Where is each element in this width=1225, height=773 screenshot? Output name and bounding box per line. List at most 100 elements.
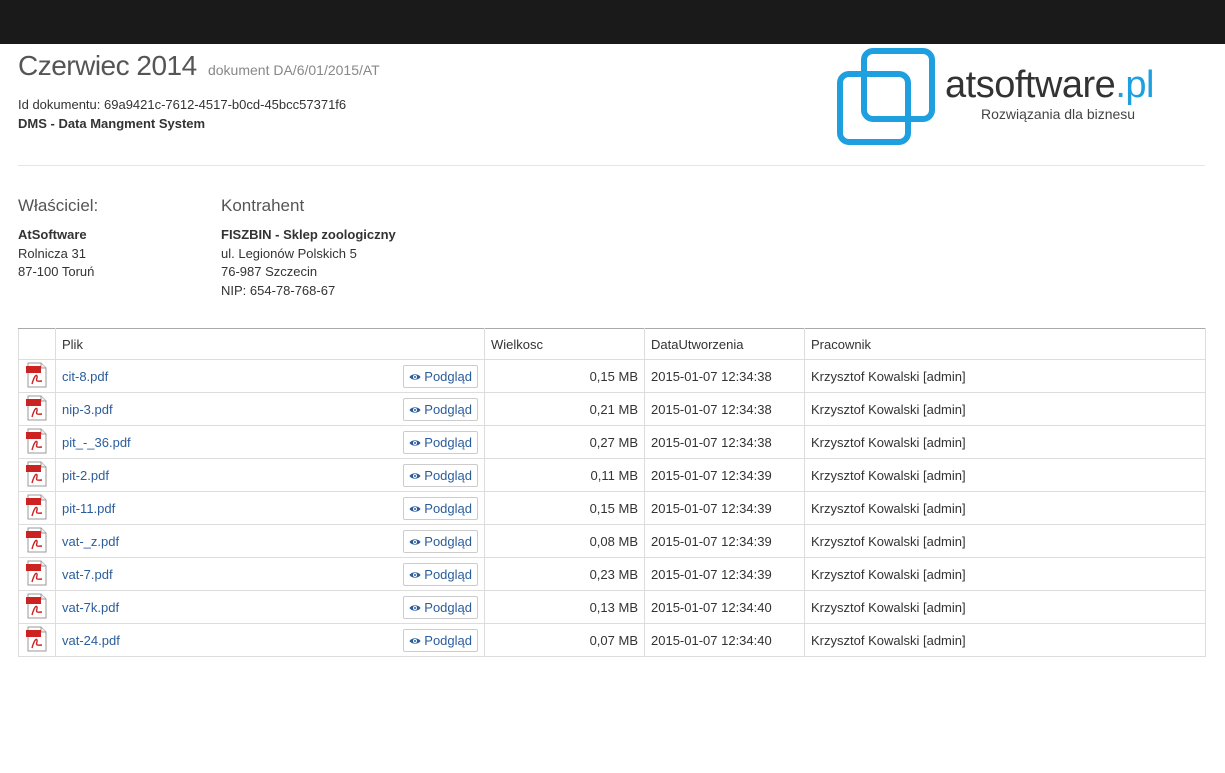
- owner-city: 87-100 Toruń: [18, 264, 95, 279]
- system-name: DMS - Data Mangment System: [18, 116, 206, 131]
- preview-button-label: Podgląd: [424, 468, 472, 483]
- employee-cell: Krzysztof Kowalski [admin]: [804, 524, 1206, 558]
- file-link[interactable]: pit_-_36.pdf: [62, 435, 131, 450]
- pdf-icon: [26, 527, 47, 552]
- table-row: nip-3.pdf Podgląd 0,21 MB 2015-01-07 12:…: [18, 392, 1206, 426]
- file-size-cell: 0,08 MB: [484, 524, 645, 558]
- column-header-file: Plik: [55, 328, 485, 360]
- file-link[interactable]: vat-7.pdf: [62, 567, 113, 582]
- eye-icon: [409, 505, 421, 512]
- eye-icon: [409, 439, 421, 446]
- contractor-city: 76-987 Szczecin: [221, 264, 318, 279]
- owner-name: AtSoftware: [18, 227, 87, 242]
- file-size-cell: 0,07 MB: [484, 623, 645, 657]
- logo-wordmark: atsoftware.pl: [945, 64, 1154, 107]
- file-cell: pit_-_36.pdf Podgląd: [55, 425, 485, 459]
- owner-heading: Właściciel:: [18, 196, 99, 215]
- pdf-icon: [26, 461, 47, 486]
- table-row: vat-7k.pdf Podgląd 0,13 MB 2015-01-07 12…: [18, 590, 1206, 624]
- eye-icon: [409, 373, 421, 380]
- company-logo: atsoftware.pl Rozwiązania dla biznesu: [835, 46, 1215, 150]
- preview-button-label: Podgląd: [424, 369, 472, 384]
- table-row: pit_-_36.pdf Podgląd 0,27 MB 2015-01-07 …: [18, 425, 1206, 459]
- file-cell: pit-2.pdf Podgląd: [55, 458, 485, 492]
- column-header-size: Wielkosc: [484, 328, 645, 360]
- created-date-cell: 2015-01-07 12:34:39: [644, 524, 805, 558]
- created-date-cell: 2015-01-07 12:34:38: [644, 359, 805, 393]
- employee-cell: Krzysztof Kowalski [admin]: [804, 458, 1206, 492]
- eye-icon: [409, 538, 421, 545]
- file-cell: vat-_z.pdf Podgląd: [55, 524, 485, 558]
- preview-button[interactable]: Podgląd: [403, 596, 478, 619]
- employee-cell: Krzysztof Kowalski [admin]: [804, 557, 1206, 591]
- created-date-cell: 2015-01-07 12:34:38: [644, 392, 805, 426]
- files-table: Plik Wielkosc DataUtworzenia Pracownik c…: [18, 328, 1206, 657]
- pdf-icon: [26, 395, 47, 420]
- preview-button[interactable]: Podgląd: [403, 530, 478, 553]
- file-link[interactable]: vat-24.pdf: [62, 633, 120, 648]
- top-bar: [0, 0, 1225, 44]
- column-header-date: DataUtworzenia: [644, 328, 805, 360]
- file-size-cell: 0,15 MB: [484, 491, 645, 525]
- header-divider: [18, 165, 1205, 166]
- created-date-cell: 2015-01-07 12:34:40: [644, 590, 805, 624]
- file-cell: pit-11.pdf Podgląd: [55, 491, 485, 525]
- created-date-cell: 2015-01-07 12:34:39: [644, 491, 805, 525]
- file-link[interactable]: cit-8.pdf: [62, 369, 108, 384]
- table-row: pit-11.pdf Podgląd 0,15 MB 2015-01-07 12…: [18, 491, 1206, 525]
- preview-button-label: Podgląd: [424, 567, 472, 582]
- preview-button[interactable]: Podgląd: [403, 464, 478, 487]
- eye-icon: [409, 571, 421, 578]
- contractor-heading: Kontrahent: [221, 196, 305, 215]
- file-link[interactable]: vat-7k.pdf: [62, 600, 119, 615]
- logo-tagline: Rozwiązania dla biznesu: [981, 106, 1136, 122]
- table-row: vat-_z.pdf Podgląd 0,08 MB 2015-01-07 12…: [18, 524, 1206, 558]
- preview-button-label: Podgląd: [424, 402, 472, 417]
- preview-button-label: Podgląd: [424, 534, 472, 549]
- employee-cell: Krzysztof Kowalski [admin]: [804, 392, 1206, 426]
- preview-button-label: Podgląd: [424, 600, 472, 615]
- preview-button[interactable]: Podgląd: [403, 365, 478, 388]
- file-size-cell: 0,11 MB: [484, 458, 645, 492]
- employee-cell: Krzysztof Kowalski [admin]: [804, 491, 1206, 525]
- column-header-worker: Pracownik: [804, 328, 1206, 360]
- table-body: cit-8.pdf Podgląd 0,15 MB 2015-01-07 12:…: [18, 359, 1206, 657]
- pdf-icon: [26, 560, 47, 585]
- eye-icon: [409, 604, 421, 611]
- table-row: vat-24.pdf Podgląd 0,07 MB 2015-01-07 12…: [18, 623, 1206, 657]
- file-size-cell: 0,13 MB: [484, 590, 645, 624]
- logo-tld: .pl: [1115, 64, 1154, 106]
- file-icon-cell: [18, 590, 56, 624]
- preview-button[interactable]: Podgląd: [403, 563, 478, 586]
- contractor-nip: NIP: 654-78-768-67: [221, 283, 336, 298]
- preview-button[interactable]: Podgląd: [403, 431, 478, 454]
- created-date-cell: 2015-01-07 12:34:38: [644, 425, 805, 459]
- preview-button[interactable]: Podgląd: [403, 398, 478, 421]
- file-link[interactable]: vat-_z.pdf: [62, 534, 119, 549]
- pdf-icon: [26, 593, 47, 618]
- employee-cell: Krzysztof Kowalski [admin]: [804, 425, 1206, 459]
- file-link[interactable]: pit-11.pdf: [62, 501, 115, 516]
- file-icon-cell: [18, 557, 56, 591]
- preview-button[interactable]: Podgląd: [403, 629, 478, 652]
- preview-button[interactable]: Podgląd: [403, 497, 478, 520]
- preview-button-label: Podgląd: [424, 435, 472, 450]
- created-date-cell: 2015-01-07 12:34:39: [644, 557, 805, 591]
- file-cell: vat-24.pdf Podgląd: [55, 623, 485, 657]
- file-icon-cell: [18, 524, 56, 558]
- file-icon-cell: [18, 491, 56, 525]
- file-icon-cell: [18, 359, 56, 393]
- preview-button-label: Podgląd: [424, 501, 472, 516]
- file-icon-cell: [18, 425, 56, 459]
- table-row: cit-8.pdf Podgląd 0,15 MB 2015-01-07 12:…: [18, 359, 1206, 393]
- logo-name: atsoftware: [945, 64, 1116, 106]
- table-row: vat-7.pdf Podgląd 0,23 MB 2015-01-07 12:…: [18, 557, 1206, 591]
- pdf-icon: [26, 362, 47, 387]
- file-icon-cell: [18, 392, 56, 426]
- created-date-cell: 2015-01-07 12:34:39: [644, 458, 805, 492]
- file-link[interactable]: nip-3.pdf: [62, 402, 113, 417]
- employee-cell: Krzysztof Kowalski [admin]: [804, 623, 1206, 657]
- file-link[interactable]: pit-2.pdf: [62, 468, 109, 483]
- file-icon-cell: [18, 458, 56, 492]
- employee-cell: Krzysztof Kowalski [admin]: [804, 359, 1206, 393]
